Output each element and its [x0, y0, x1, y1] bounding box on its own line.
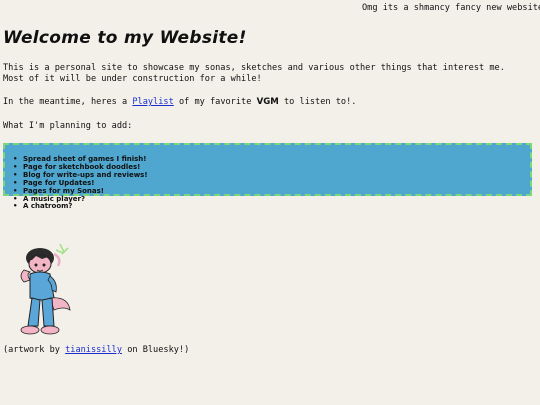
bullet-icon: • [13, 202, 18, 211]
sona-artwork-image [8, 240, 76, 340]
plan-item-text: Pages for my Sonas! [23, 186, 104, 195]
plan-list-box: • Spread sheet of games I finish! • Page f… [3, 143, 532, 210]
scrolling-marquee: Omg its a shmancy fancy new website! ] [362, 3, 540, 13]
plan-item-text: Page for Updates! [23, 178, 95, 187]
plan-item-text: Page for sketchbook doodles! [23, 162, 141, 171]
plan-item-text: A music player? [23, 194, 86, 203]
credit-prefix: (artwork by [3, 345, 66, 355]
listen-middle: of my favorite [173, 97, 257, 107]
page-title: Welcome to my Website! [3, 28, 247, 48]
vgm-label: VGM [256, 97, 279, 107]
plan-item-text: Blog for write-ups and reviews! [23, 170, 148, 179]
plan-list: • Spread sheet of games I finish! • Page f… [13, 155, 148, 211]
artwork-credit: (artwork by tianissilly on Bluesky!) [3, 345, 189, 355]
intro-line-1: This is a personal site to showcase my s… [3, 63, 505, 73]
intro-line-2: Most of it will be under construction fo… [3, 73, 262, 84]
listen-paragraph: In the meantime, heres a Playlist of my … [3, 97, 356, 107]
plan-item-text: A chatroom? [23, 202, 73, 211]
plan-item-text: Spread sheet of games I finish! [23, 155, 147, 163]
credit-suffix: on Bluesky!) [122, 345, 190, 355]
listen-suffix: to listen to!. [278, 97, 357, 107]
sona-character-icon [20, 243, 71, 335]
artist-link[interactable]: tianissilly [65, 345, 122, 355]
planning-heading: What I'm planning to add: [3, 121, 133, 131]
playlist-link[interactable]: Playlist [132, 97, 173, 107]
plan-item: • A chatroom? [13, 202, 148, 211]
listen-prefix: In the meantime, heres a [3, 97, 133, 107]
intro-text: This is a personal site to showcase my s… [3, 63, 505, 84]
